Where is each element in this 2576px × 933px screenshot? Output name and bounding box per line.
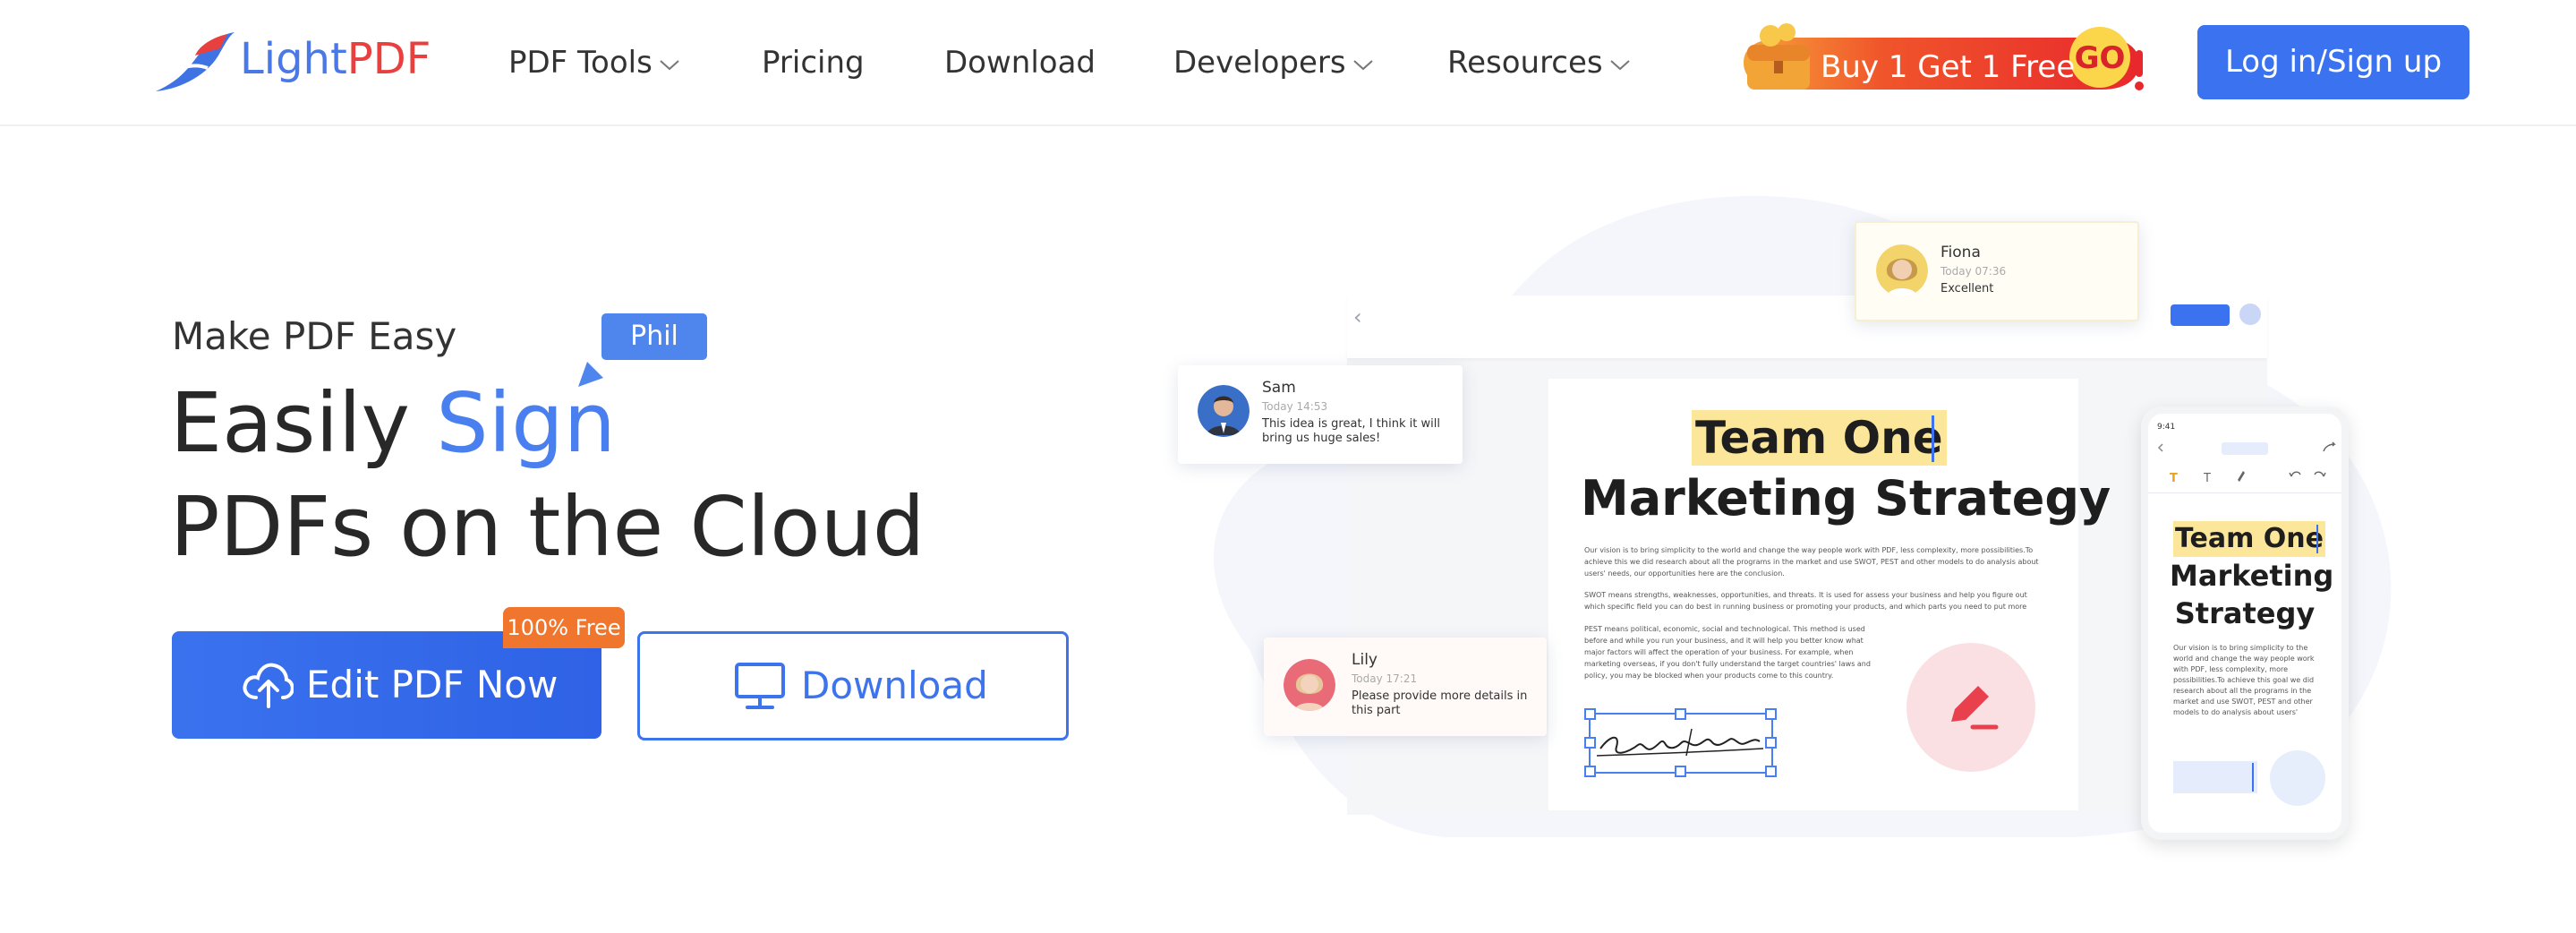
avatar [1198, 385, 1250, 437]
comment-timestamp: Today 17:21 [1352, 672, 1418, 685]
logo-text-pdf: PDF [346, 34, 431, 84]
share-icon [2323, 441, 2336, 452]
download-button-label: Download [801, 663, 988, 707]
phone-action-button[interactable] [2270, 750, 2325, 806]
text-caret [1932, 415, 1934, 462]
logo-wordmark[interactable]: LightPDF [240, 32, 431, 86]
doc-title-line1: Team One [1692, 410, 1947, 466]
back-chevron-icon [2157, 443, 2163, 452]
phone-text-input[interactable] [2173, 761, 2257, 793]
nav-item-download[interactable]: Download [944, 39, 1096, 86]
promo-go-label: GO [2075, 40, 2126, 76]
text-format-icon: T [2203, 472, 2211, 485]
logo-text-light: Light [240, 34, 347, 84]
download-button[interactable]: Download [637, 631, 1069, 740]
pen-icon [1951, 686, 1999, 730]
user-avatar-dot[interactable] [2239, 304, 2261, 325]
comment-author: Lily [1352, 651, 1378, 669]
back-chevron-icon[interactable]: ‹ [1353, 304, 1362, 330]
comment-timestamp: Today 14:53 [1262, 400, 1328, 413]
login-signup-button[interactable]: Log in/Sign up [2197, 25, 2469, 99]
comment-message: This idea is great, I think it will brin… [1262, 417, 1440, 445]
phone-doc-paragraph: Our vision is to bring simplicity to the… [2173, 644, 2315, 716]
doc-paragraph: Our vision is to bring simplicity to the… [1584, 546, 2039, 578]
hero-headline-line1: Easily Sign [170, 371, 616, 476]
hero-headline-line2: PDFs on the Cloud [170, 479, 925, 575]
phone-doc-title-line1: Team One [2173, 521, 2325, 557]
nav-item-pdf-tools[interactable]: PDF Tools [508, 39, 681, 86]
nav-item-label: Download [944, 45, 1096, 81]
comment-author: Fiona [1941, 244, 1981, 261]
nav-item-label: Resources [1447, 45, 1603, 81]
comment-message: Please provide more details in this part [1352, 689, 1528, 717]
comment-timestamp: Today 07:36 [1941, 265, 2007, 278]
chevron-down-icon [1352, 59, 1373, 70]
divider [2148, 492, 2341, 493]
comment-author: Sam [1262, 379, 1296, 397]
comment-card-fiona[interactable]: Fiona Today 07:36 Excellent [1855, 221, 2139, 321]
nav-item-label: PDF Tools [508, 45, 653, 81]
phone-toolbar: T T [2157, 441, 2336, 485]
nav-item-resources[interactable]: Resources [1447, 39, 1632, 86]
undo-icon [2289, 471, 2301, 477]
headline-accent: Sign [436, 375, 616, 471]
chevron-down-icon [1609, 59, 1630, 70]
share-button[interactable] [2171, 304, 2230, 326]
cloud-upload-icon [243, 663, 294, 708]
comment-message: Excellent [1941, 282, 1994, 295]
desktop-monitor-icon [735, 663, 785, 709]
bird-logo-icon [156, 32, 235, 91]
redo-icon [2314, 471, 2326, 477]
comment-card-sam[interactable]: Sam Today 14:53 This idea is great, I th… [1178, 365, 1463, 464]
text-caret [2316, 525, 2318, 553]
doc-title-line2: Marketing Strategy [1581, 470, 2111, 526]
phone-status-time: 9:41 [2157, 423, 2176, 432]
hero-eyebrow: Make PDF Easy [172, 314, 457, 358]
nav-item-label: Pricing [762, 45, 865, 81]
handwritten-signature [1596, 728, 1764, 757]
avatar [1876, 244, 1928, 296]
nav-item-developers[interactable]: Developers [1173, 39, 1375, 86]
phone-doc-title-line2: Marketing Strategy [2170, 559, 2334, 630]
avatar [1284, 659, 1335, 711]
promo-label: Buy 1 Get 1 Free [1821, 49, 2076, 85]
pen-tool-icon [2238, 471, 2245, 482]
chevron-down-icon [660, 59, 679, 70]
nav-item-pricing[interactable]: Pricing [762, 39, 865, 86]
text-caret [2252, 763, 2254, 792]
text-tool-icon: T [2170, 472, 2178, 485]
cursor-name-tag: Phil [601, 313, 707, 360]
doc-paragraph: SWOT means strengths, weaknesses, opport… [1584, 591, 2027, 611]
doc-paragraph: PEST means political, economic, social a… [1584, 625, 1871, 680]
nav-item-label: Developers [1173, 45, 1346, 81]
comment-card-lily[interactable]: Lily Today 17:21 Please provide more det… [1264, 638, 1547, 736]
free-badge: 100% Free [503, 607, 625, 648]
headline-prefix: Easily [170, 375, 437, 471]
treasure-chest-icon [1747, 23, 1810, 90]
